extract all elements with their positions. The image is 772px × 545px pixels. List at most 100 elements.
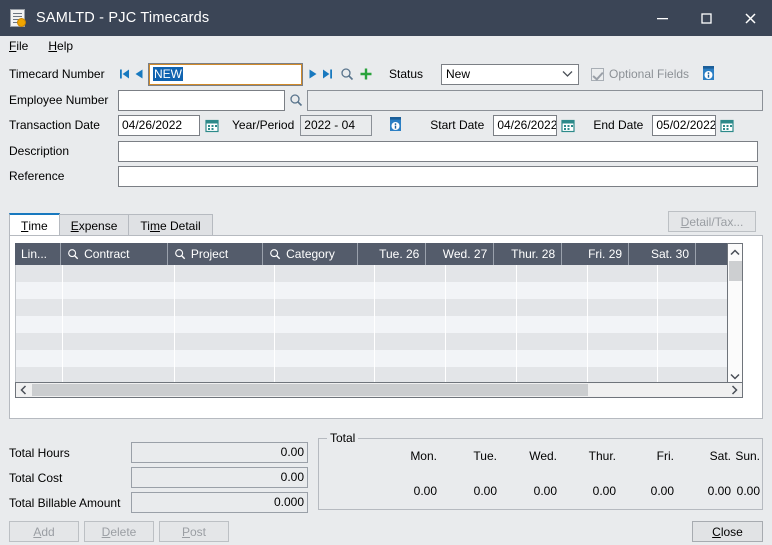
employee-number-input[interactable] (118, 89, 285, 111)
grid-col-day-2[interactable]: Wed. 27 (426, 243, 495, 265)
start-date-label: Start Date (430, 118, 485, 132)
grid-col-category[interactable]: Category (263, 243, 359, 265)
grid-col-line[interactable]: Lin... (15, 243, 62, 265)
last-record-icon[interactable] (320, 64, 334, 84)
day-total-sun: 0.00 (736, 484, 760, 498)
tab-time[interactable]: TimeTime (9, 213, 60, 236)
status-select[interactable]: New (441, 63, 579, 85)
grid-col-contract[interactable]: Contract (61, 243, 168, 265)
menu-help[interactable]: HHelpelp (48, 39, 73, 53)
chevron-right-icon[interactable] (727, 383, 742, 397)
start-date-input[interactable]: 04/26/2022 (493, 114, 558, 136)
employee-number-label: Employee Number (9, 93, 109, 107)
table-row[interactable] (16, 299, 743, 316)
status-label: Status (389, 67, 424, 81)
menu-bar: FFileile HHelpelp (0, 36, 772, 56)
scrollbar-thumb[interactable] (32, 384, 588, 396)
new-timecard-plus-icon[interactable] (359, 64, 373, 84)
chevron-down-icon (562, 65, 573, 84)
grid-col-day-3[interactable]: Thur. 28 (494, 243, 563, 265)
timecard-number-input[interactable]: NEW (148, 62, 303, 86)
day-total-tue: 0.00 (473, 484, 497, 498)
day-header-fri: Fri. (656, 449, 674, 463)
previous-record-icon[interactable] (132, 64, 146, 84)
day-total-thur: 0.00 (592, 484, 616, 498)
grid-col-day-2-label: Wed. 27 (442, 247, 488, 261)
grid-vertical-scrollbar[interactable] (727, 243, 743, 385)
status-value: New (446, 67, 471, 81)
transaction-date-calendar-icon[interactable] (205, 118, 219, 133)
table-row[interactable] (16, 282, 743, 299)
end-date-input[interactable]: 05/02/2022 (652, 114, 717, 136)
year-period-label: Year/Period (232, 118, 295, 132)
transaction-date-label: Transaction Date (9, 118, 100, 132)
grid-horizontal-scrollbar[interactable] (15, 382, 743, 398)
record-navigation (118, 64, 146, 84)
window-controls (640, 0, 772, 36)
grid-col-day-4[interactable]: Fri. 29 (562, 243, 630, 265)
table-row[interactable] (16, 350, 743, 367)
start-date-calendar-icon[interactable] (561, 118, 575, 133)
table-row[interactable] (16, 333, 743, 350)
close-button[interactable] (728, 0, 772, 36)
next-record-icon[interactable] (306, 64, 320, 84)
description-input[interactable] (118, 140, 758, 162)
grid-col-day-4-label: Fri. 29 (588, 247, 623, 261)
year-period-value: 2022 - 04 (304, 117, 355, 132)
add-button[interactable]: AddAdd (9, 521, 79, 542)
total-cost-value: 0.00 (131, 467, 308, 488)
date-row: Transaction Date 04/26/2022 Year/Period … (9, 114, 763, 136)
grid-col-day-5[interactable]: Sat. 30 (629, 243, 697, 265)
description-label: Description (9, 144, 70, 158)
chevron-up-icon[interactable] (728, 244, 742, 260)
employee-finder-magnifier-icon[interactable] (289, 90, 303, 110)
tab-expense[interactable]: ExpenseExpense (58, 214, 130, 236)
grid-col-contract-label: Contract (84, 247, 130, 261)
maximize-button[interactable] (684, 0, 728, 36)
grid-col-line-label: Lin... (21, 247, 48, 261)
table-row[interactable] (16, 316, 743, 333)
start-date-value: 04/26/2022 (497, 117, 558, 132)
total-billable-amount-row: Total Billable Amount 0.000 (9, 490, 309, 515)
grid-col-day-3-label: Thur. 28 (511, 247, 556, 261)
tab-time-detail[interactable]: Time DetailTime Detail (128, 214, 213, 236)
pjc-timecards-window: SAMLTD - PJC Timecards FFileile HHelpelp… (0, 0, 772, 545)
chevron-left-icon[interactable] (16, 385, 31, 395)
grid-col-project[interactable]: Project (168, 243, 264, 265)
tab-strip: TimeTime ExpenseExpense Time DetailTime … (9, 213, 763, 236)
delete-button[interactable]: DeleteDelete (84, 521, 154, 542)
record-navigation-forward (306, 64, 334, 84)
close-window-button[interactable]: CloseClose (692, 521, 763, 542)
minimize-button[interactable] (640, 0, 684, 36)
year-period-display: 2022 - 04 (300, 114, 373, 136)
detail-tax-button[interactable]: DDetail/Tax...etail/Tax... (668, 211, 756, 232)
reference-input[interactable] (118, 165, 758, 187)
grid-col-day-1[interactable]: Tue. 26 (358, 243, 427, 265)
year-period-info-document-icon[interactable] (388, 116, 404, 134)
magnifier-icon (174, 248, 186, 260)
post-button[interactable]: PostPost (159, 521, 229, 542)
timecard-number-label: Timecard Number (9, 67, 105, 81)
weekly-total-group-title: Total (327, 431, 359, 445)
transaction-date-input[interactable]: 04/26/2022 (118, 114, 200, 136)
end-date-calendar-icon[interactable] (720, 118, 734, 133)
optional-fields-info-document-icon[interactable] (701, 65, 717, 83)
timecard-finder-magnifier-icon[interactable] (340, 64, 354, 84)
grid-body[interactable] (15, 265, 743, 385)
employee-name-display (307, 89, 763, 111)
timecard-number-value: NEW (153, 66, 183, 81)
scrollbar-thumb[interactable] (729, 261, 742, 281)
button-bar: AddAdd DeleteDelete PostPost CloseClose (0, 518, 772, 545)
grid-col-day-1-label: Tue. 26 (379, 247, 420, 261)
description-row: Description (9, 140, 763, 162)
time-grid-panel: Lin... Contract Project Category Tue. 26… (9, 235, 763, 419)
total-cost-label: Total Cost (9, 470, 63, 485)
menu-file[interactable]: FFileile (9, 39, 28, 53)
optional-fields-label: Optional Fields (609, 67, 690, 81)
title-bar: SAMLTD - PJC Timecards (0, 0, 772, 36)
day-total-fri: 0.00 (650, 484, 674, 498)
total-billable-amount-label: Total Billable Amount (9, 495, 121, 510)
reference-row: Reference (9, 165, 763, 187)
first-record-icon[interactable] (118, 64, 132, 84)
table-row[interactable] (16, 265, 743, 282)
